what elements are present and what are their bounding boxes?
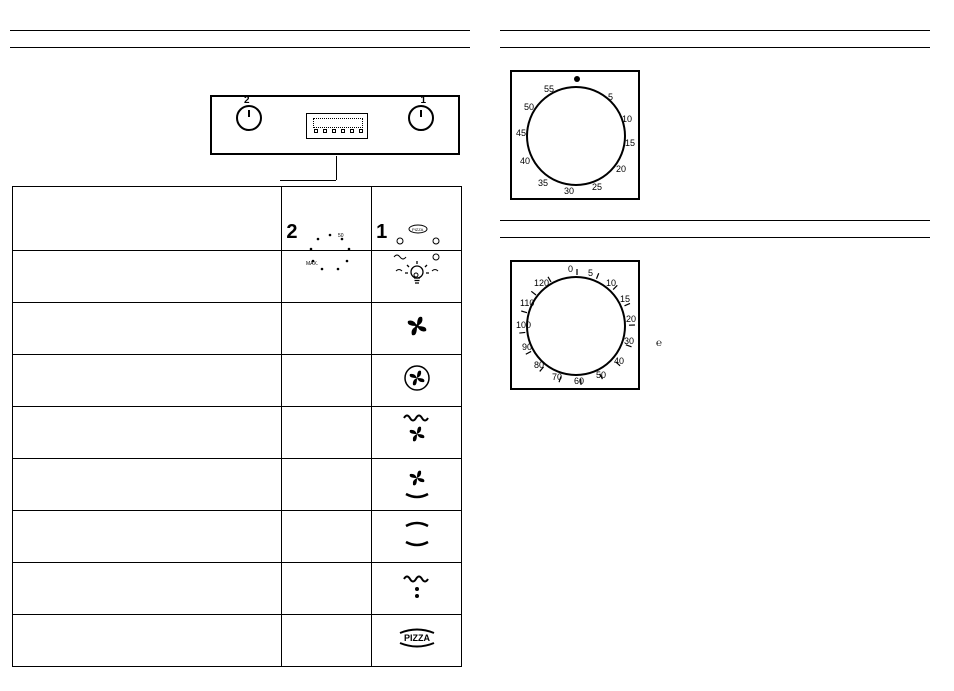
func-icon-fan-circle-cell bbox=[372, 355, 462, 407]
dial2-num: 80 bbox=[534, 360, 544, 370]
functions-table: 2 MAX. 50 bbox=[12, 186, 462, 667]
dial2-num: 0 bbox=[568, 264, 573, 274]
top-bottom-heat-icon bbox=[400, 518, 434, 550]
fan-bottom-heat-icon bbox=[400, 464, 434, 500]
dial2-num: 110 bbox=[520, 298, 534, 308]
dial2-num: 100 bbox=[516, 320, 531, 330]
timer-dial-diagram: 0 5 10 15 20 30 40 50 60 70 80 90 100 11… bbox=[510, 260, 640, 390]
func-icon-grill-fan-cell bbox=[372, 407, 462, 459]
panel-knob-1-icon bbox=[408, 105, 434, 131]
table-row bbox=[13, 511, 462, 563]
dial1-num: 5 bbox=[608, 92, 613, 102]
dial2-num: 50 bbox=[596, 370, 606, 380]
mini-temp-dial-icon: MAX. 50 bbox=[302, 229, 358, 273]
table-row bbox=[13, 355, 462, 407]
dial1-num: 35 bbox=[538, 178, 548, 188]
panel-knob-2-icon bbox=[236, 105, 262, 131]
svg-text:50: 50 bbox=[338, 233, 344, 239]
minute-minder-dial-diagram: 5 10 15 20 25 30 35 40 45 50 55 bbox=[510, 70, 640, 200]
dial1-num: 20 bbox=[616, 164, 626, 174]
svg-text:PIZZA: PIZZA bbox=[404, 633, 430, 643]
note-glyph: ℮ bbox=[656, 338, 662, 349]
dial2-num: 90 bbox=[522, 342, 532, 352]
table-row: PIZZA bbox=[13, 615, 462, 667]
dial2-num: 60 bbox=[574, 376, 584, 386]
pointer-line-vertical bbox=[336, 156, 337, 180]
dial2-num: 40 bbox=[614, 356, 624, 366]
grill-and-fan-icon bbox=[400, 412, 434, 448]
svg-text:MAX.: MAX. bbox=[306, 261, 318, 267]
dial2-num: 30 bbox=[624, 336, 634, 346]
dial1-num: 40 bbox=[520, 156, 530, 166]
dial1-num: 55 bbox=[544, 84, 554, 94]
dial1-num: 10 bbox=[622, 114, 632, 124]
table-header-knob1-cell: 1 PIZZA bbox=[372, 187, 462, 251]
right-heading-group-1 bbox=[500, 0, 940, 48]
dial1-num: 50 bbox=[524, 102, 534, 112]
dial1-num: 30 bbox=[564, 186, 574, 196]
dial2-num: 70 bbox=[552, 372, 562, 382]
header-col1-number: 1 bbox=[376, 221, 387, 244]
control-panel-diagram: 2 1 bbox=[210, 95, 460, 155]
fan-circle-icon bbox=[401, 362, 433, 394]
func-icon-fan-bottom-cell bbox=[372, 459, 462, 511]
table-row bbox=[13, 459, 462, 511]
table-header-knob2-cell: 2 MAX. 50 bbox=[282, 187, 372, 251]
func-icon-pizza-cell: PIZZA bbox=[372, 615, 462, 667]
grill-dot-icon bbox=[400, 571, 434, 601]
dial1-num: 25 bbox=[592, 182, 602, 192]
table-header-desc-cell bbox=[13, 187, 282, 251]
pointer-line-horizontal bbox=[280, 180, 336, 181]
dial1-top-dot-icon bbox=[574, 76, 580, 82]
func-icon-topbottom-cell bbox=[372, 511, 462, 563]
panel-display-icon bbox=[306, 113, 368, 139]
left-rule-2 bbox=[10, 47, 470, 48]
right-heading-group-2 bbox=[500, 220, 940, 238]
table-row bbox=[13, 563, 462, 615]
svg-text:PIZZA: PIZZA bbox=[412, 227, 424, 232]
dial2-num: 15 bbox=[620, 294, 630, 304]
table-row bbox=[13, 407, 462, 459]
dial1-num: 45 bbox=[516, 128, 526, 138]
mini-function-grid-icon: PIZZA bbox=[388, 223, 450, 279]
dial2-num: 20 bbox=[626, 314, 636, 324]
func-icon-fan-cell bbox=[372, 303, 462, 355]
dial2-num: 120 bbox=[534, 278, 549, 288]
pizza-icon: PIZZA bbox=[396, 626, 438, 650]
func-icon-grilldot-cell bbox=[372, 563, 462, 615]
table-row bbox=[13, 303, 462, 355]
dial1-num: 15 bbox=[625, 138, 635, 148]
dial2-num: 10 bbox=[606, 278, 616, 288]
dial2-num: 5 bbox=[588, 268, 593, 278]
header-col2-number: 2 bbox=[286, 221, 297, 244]
fan-4blade-icon bbox=[402, 311, 432, 341]
